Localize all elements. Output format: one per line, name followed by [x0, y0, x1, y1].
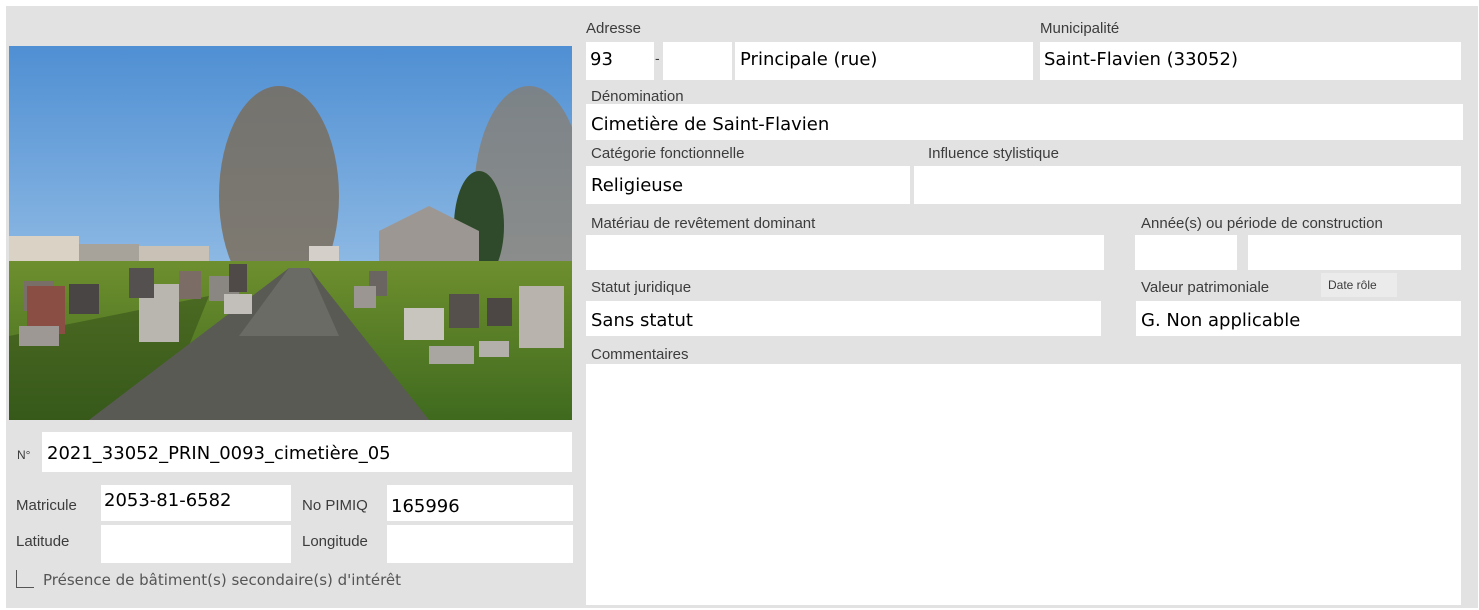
municipality-value: Saint-Flavien (33052)	[1044, 49, 1238, 70]
address-street-value: Principale (rue)	[740, 49, 878, 70]
pimiq-value: 165996	[391, 496, 460, 517]
secondary-buildings-label: Présence de bâtiment(s) secondaire(s) d'…	[43, 571, 402, 589]
pimiq-label: No PIMIQ	[302, 497, 368, 514]
municipality-label: Municipalité	[1040, 20, 1120, 37]
stylistic-influence-label: Influence stylistique	[928, 145, 1059, 162]
address-separator: -	[655, 50, 660, 66]
functional-category-value: Religieuse	[591, 175, 684, 196]
matricule-label: Matricule	[16, 497, 77, 514]
construction-period-start-field[interactable]	[1135, 235, 1237, 270]
cemetery-photo	[9, 46, 572, 420]
functional-category-label: Catégorie fonctionnelle	[591, 145, 745, 162]
matricule-value: 2053-81-6582	[104, 490, 232, 511]
legal-status-value: Sans statut	[591, 310, 693, 331]
heritage-value-label: Valeur patrimoniale	[1141, 279, 1270, 296]
heritage-value-value: G. Non applicable	[1141, 310, 1301, 331]
construction-period-label: Année(s) ou période de construction	[1141, 215, 1383, 232]
photo-number-label: N°	[17, 448, 31, 462]
longitude-field[interactable]	[387, 525, 573, 563]
legal-status-label: Statut juridique	[591, 279, 692, 296]
comments-label: Commentaires	[591, 346, 689, 363]
address-label: Adresse	[586, 20, 642, 37]
stylistic-influence-field[interactable]	[914, 166, 1461, 204]
latitude-field[interactable]	[101, 525, 291, 563]
role-date-label: Date rôle	[1328, 278, 1377, 292]
cladding-material-label: Matériau de revêtement dominant	[591, 215, 816, 232]
longitude-label: Longitude	[302, 533, 368, 550]
denomination-label: Dénomination	[591, 88, 684, 105]
latitude-label: Latitude	[16, 533, 70, 550]
address-number-value: 93	[590, 49, 613, 70]
denomination-value: Cimetière de Saint-Flavien	[591, 114, 830, 135]
secondary-buildings-checkbox[interactable]	[16, 570, 34, 588]
comments-textarea[interactable]	[586, 364, 1461, 605]
photo-number-value: 2021_33052_PRIN_0093_cimetière_05	[47, 443, 391, 464]
address-number-end-field[interactable]	[663, 42, 732, 80]
cladding-material-field[interactable]	[586, 235, 1104, 270]
construction-period-end-field[interactable]	[1248, 235, 1461, 270]
